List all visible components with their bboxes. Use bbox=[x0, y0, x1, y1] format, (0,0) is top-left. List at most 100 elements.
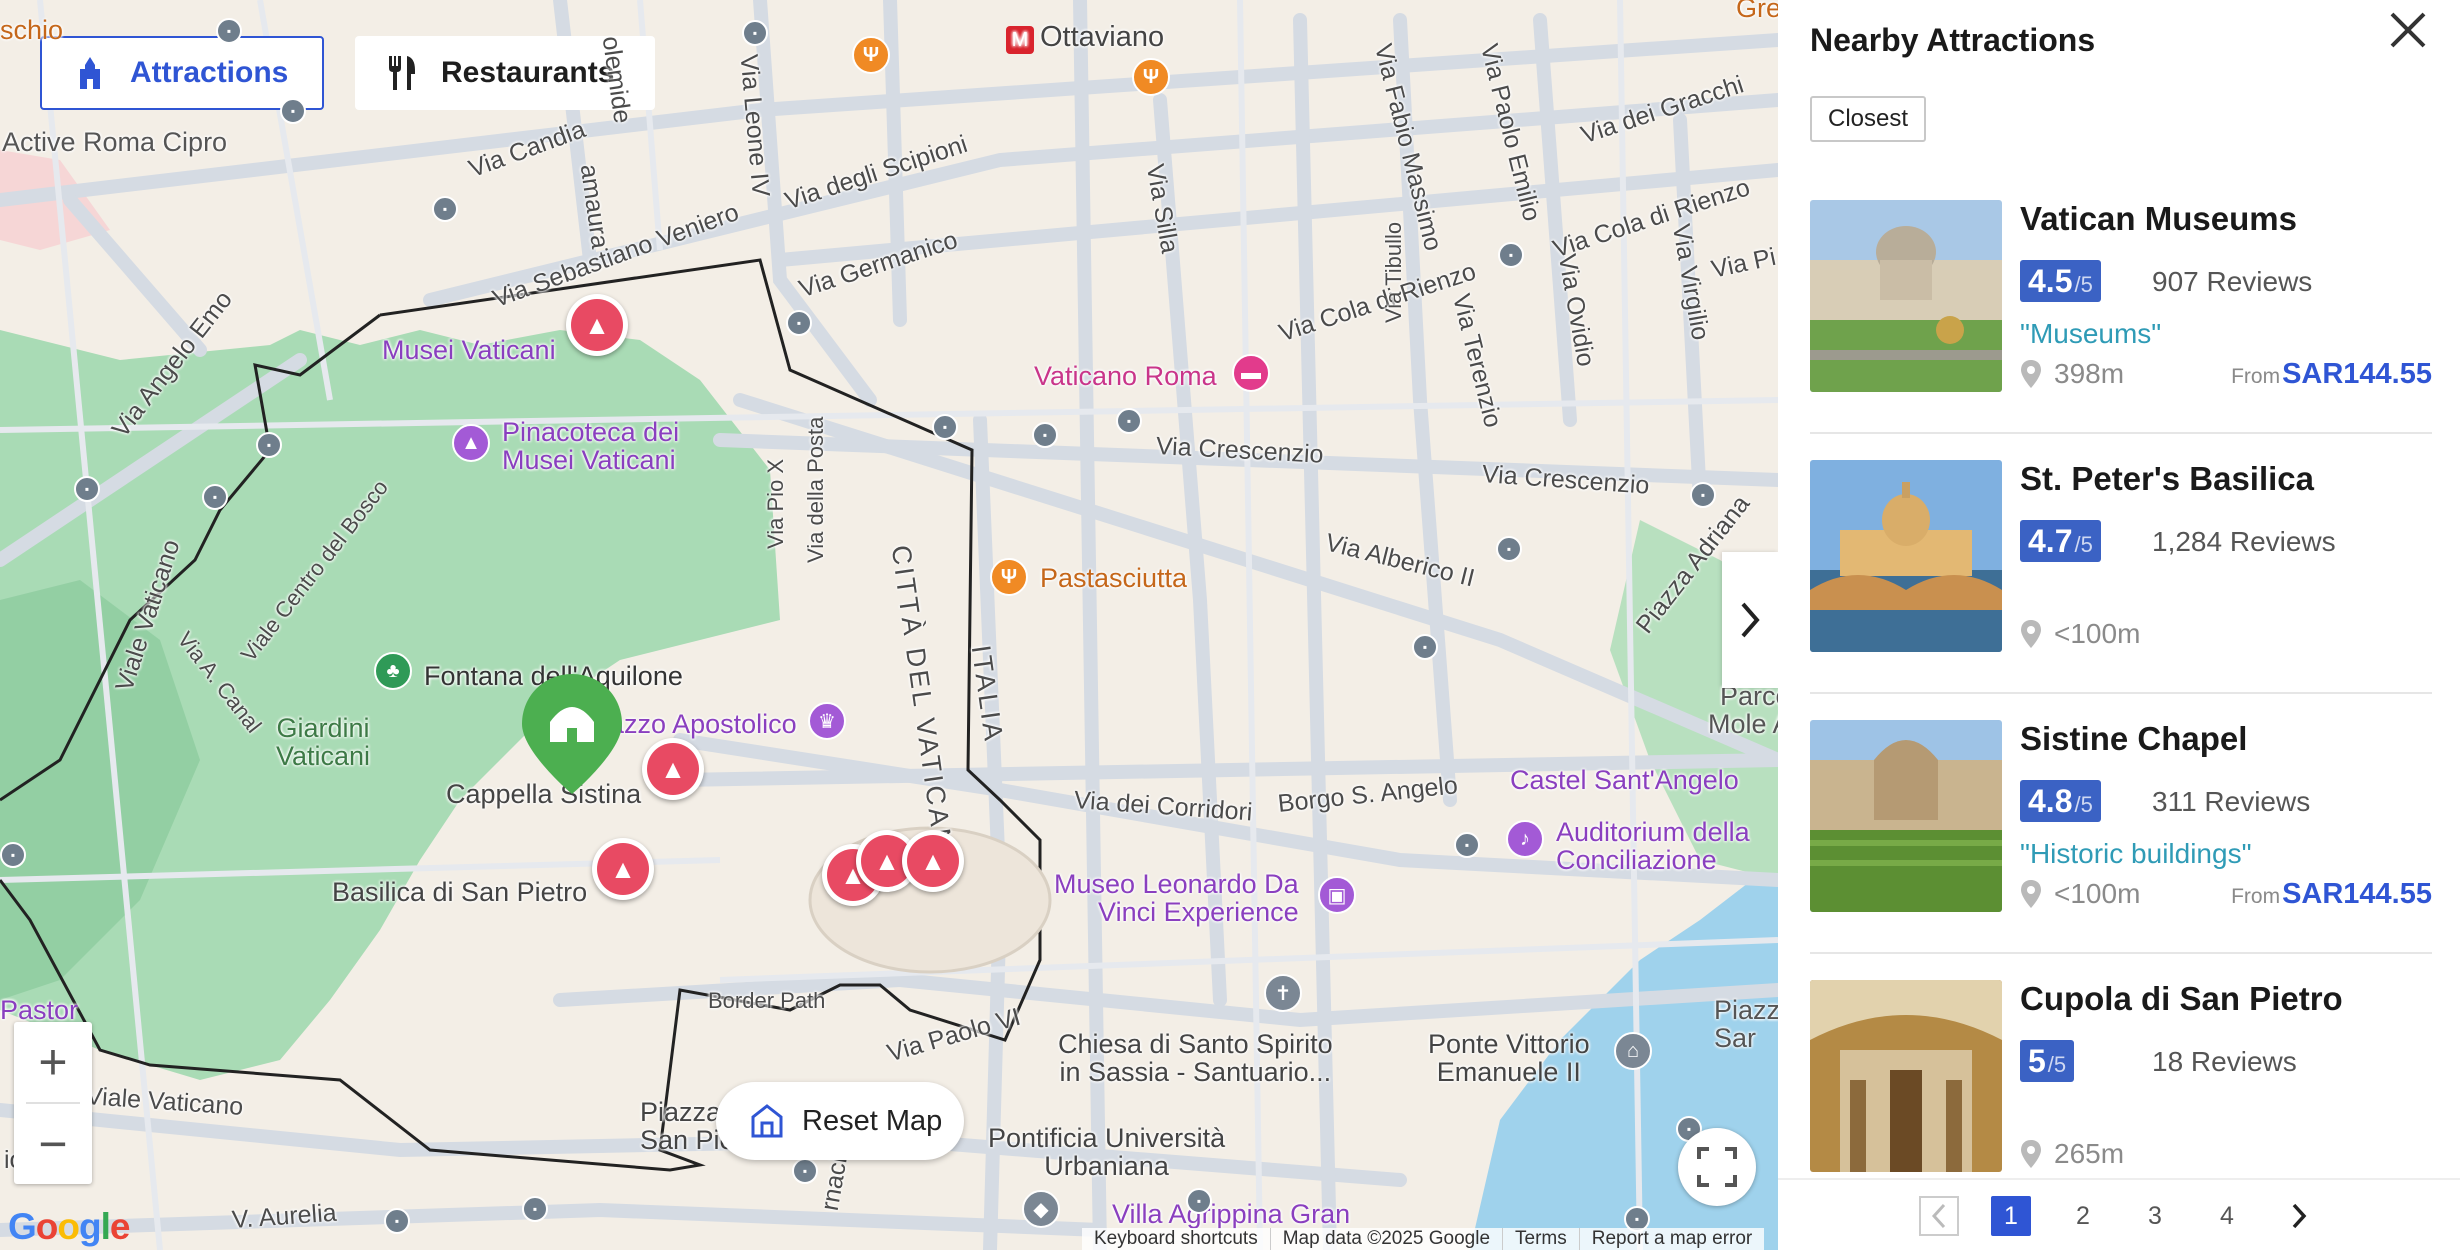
map-label-schio: schio bbox=[0, 15, 64, 45]
map-label-giardini: Giardini Vaticani bbox=[276, 714, 370, 771]
zoom-out-button[interactable]: − bbox=[14, 1104, 92, 1184]
landscape-icon: ▲ bbox=[647, 743, 699, 795]
map-attribution: Keyboard shortcuts Map data ©2025 Google… bbox=[1082, 1228, 1765, 1250]
rating-score: 4.7 bbox=[2028, 523, 2073, 559]
map-label-chiesa: Chiesa di Santo Spirito in Sassia - Santu… bbox=[1058, 1030, 1333, 1087]
map-label-ponte: Ponte Vittorio Emanuele II bbox=[1428, 1030, 1590, 1087]
panel-title: Nearby Attractions bbox=[1810, 22, 2096, 58]
attraction-pin-vatican-museums[interactable]: ▲ bbox=[566, 294, 628, 356]
map-label-castel: Castel Sant'Angelo bbox=[1510, 765, 1739, 795]
fork-knife-icon bbox=[389, 56, 415, 90]
attraction-name: St. Peter's Basilica bbox=[2020, 460, 2315, 497]
park-poi-icon[interactable]: ♣ bbox=[374, 652, 412, 690]
expand-icon bbox=[1697, 1147, 1737, 1187]
metro-icon: M bbox=[1006, 26, 1034, 54]
bus-stop-icon: ▪ bbox=[932, 414, 958, 440]
palace-poi-icon[interactable]: ♛ bbox=[808, 702, 846, 740]
plus-icon: + bbox=[38, 1034, 68, 1090]
nearby-attractions-panel: Nearby Attractions Closest Vatican Museu… bbox=[1778, 0, 2460, 1252]
map-label-pastasciutta: Pastasciutta bbox=[1040, 563, 1188, 593]
attraction-card-sistine-chapel[interactable]: Sistine Chapel 4.8/5 311 Reviews "Histor… bbox=[1810, 694, 2432, 954]
category-tag: "Museums" bbox=[2020, 318, 2162, 349]
bus-stop-icon: ▪ bbox=[1186, 1188, 1212, 1214]
vatican-museums-thumbnail bbox=[1810, 200, 2002, 392]
attraction-pin-cluster-3[interactable]: ▲ bbox=[902, 830, 964, 892]
sort-closest-chip[interactable]: Closest bbox=[1810, 96, 1927, 142]
music-poi-icon[interactable]: ♪ bbox=[1506, 820, 1544, 858]
attraction-card-st-peters-basilica[interactable]: St. Peter's Basilica 4.7/5 1,284 Reviews… bbox=[1810, 434, 2432, 694]
school-poi-icon[interactable]: ◆ bbox=[1022, 1190, 1060, 1228]
reset-map-label: Reset Map bbox=[802, 1104, 943, 1137]
category-tag: "Historic buildings" bbox=[2020, 838, 2252, 869]
map-label-pastor: Pastor bbox=[0, 995, 79, 1025]
attraction-pin-sistine-chapel[interactable]: ▲ bbox=[642, 738, 704, 800]
auditorium-line-1: Auditorium della bbox=[1556, 817, 1750, 847]
rating-score: 4.5 bbox=[2028, 263, 2073, 299]
museum-poi-icon[interactable]: ▲ bbox=[452, 424, 490, 462]
collapse-panel-button[interactable] bbox=[1722, 552, 1778, 688]
bus-stop-icon: ▪ bbox=[216, 18, 242, 44]
restaurant-poi-icon[interactable]: Ψ bbox=[852, 36, 890, 74]
close-icon[interactable] bbox=[2384, 6, 2432, 54]
attraction-card-vatican-museums[interactable]: Vatican Museums 4.5/5 907 Reviews "Museu… bbox=[1810, 174, 2432, 434]
price: FromSAR144.55 bbox=[2231, 878, 2432, 911]
bus-stop-icon: ▪ bbox=[202, 484, 228, 510]
minus-icon: − bbox=[38, 1116, 68, 1172]
page-3-button[interactable]: 3 bbox=[2135, 1196, 2175, 1236]
rating-badge: 4.5/5 bbox=[2020, 260, 2101, 302]
location-pin-icon bbox=[2021, 1140, 2041, 1168]
map-label-villa: Villa Agrippina Gran bbox=[1112, 1199, 1351, 1229]
report-error-link[interactable]: Report a map error bbox=[1578, 1228, 1765, 1250]
pontificia-line-2: Urbaniana bbox=[1044, 1151, 1169, 1182]
hotel-poi-icon[interactable]: ▬ bbox=[1232, 354, 1270, 392]
bus-stop-icon: ▪ bbox=[432, 196, 458, 222]
tab-attractions[interactable]: Attractions bbox=[40, 36, 324, 110]
auditorium-line-2: Conciliazione bbox=[1556, 845, 1717, 876]
keyboard-shortcuts-link[interactable]: Keyboard shortcuts bbox=[1082, 1228, 1270, 1250]
attraction-pin-st-peters[interactable]: ▲ bbox=[592, 838, 654, 900]
map-view[interactable]: Attractions Restaurants M Ottaviano Activ… bbox=[0, 0, 1778, 1250]
distance: <100m bbox=[2020, 618, 2140, 650]
page-2-button[interactable]: 2 bbox=[2063, 1196, 2103, 1236]
chiesa-line-1: Chiesa di Santo Spirito bbox=[1058, 1029, 1333, 1059]
giardini-line-2: Vaticani bbox=[276, 741, 371, 772]
selected-location-icon[interactable] bbox=[520, 672, 624, 796]
map-label-pontificia: Pontificia Università Urbaniana bbox=[988, 1124, 1225, 1181]
restaurant-poi-icon[interactable]: Ψ bbox=[1132, 58, 1170, 96]
street-via-pio: Via Pio X bbox=[763, 458, 788, 549]
distance: 265m bbox=[2020, 1138, 2124, 1170]
reset-map-button[interactable]: Reset Map bbox=[716, 1082, 964, 1160]
bus-stop-icon: ▪ bbox=[384, 1208, 410, 1234]
next-page-button[interactable] bbox=[2279, 1196, 2319, 1236]
museum-poi-icon[interactable]: ▣ bbox=[1318, 876, 1356, 914]
bus-stop-icon: ▪ bbox=[522, 1196, 548, 1222]
rating-max: /5 bbox=[2074, 272, 2093, 297]
street-via-tibullo: Via Tibullo bbox=[1381, 221, 1406, 323]
giardini-line-1: Giardini bbox=[276, 713, 370, 743]
street-border-path: Border Path bbox=[708, 988, 826, 1013]
museum-poi-icon[interactable]: ⌂ bbox=[1614, 1032, 1652, 1070]
bus-stop-icon: ▪ bbox=[1690, 482, 1716, 508]
rating-score: 4.8 bbox=[2028, 783, 2073, 819]
page-4-button[interactable]: 4 bbox=[2207, 1196, 2247, 1236]
distance-value: <100m bbox=[2054, 878, 2141, 909]
prev-page-button[interactable] bbox=[1919, 1196, 1959, 1236]
distance: <100m bbox=[2020, 878, 2140, 910]
price-from-label: From bbox=[2231, 365, 2281, 388]
bus-stop-icon: ▪ bbox=[0, 842, 26, 868]
bus-stop-icon: ▪ bbox=[742, 20, 768, 46]
fullscreen-button[interactable] bbox=[1678, 1128, 1756, 1206]
landscape-icon: ▲ bbox=[907, 835, 959, 887]
page-1-button[interactable]: 1 bbox=[1991, 1196, 2031, 1236]
rating-max: /5 bbox=[2074, 792, 2093, 817]
map-label-piazza-right: Piazz Sar bbox=[1714, 996, 1778, 1053]
rating-badge: 4.8/5 bbox=[2020, 780, 2101, 822]
zoom-in-button[interactable]: + bbox=[14, 1022, 92, 1102]
bus-stop-icon: ▪ bbox=[786, 310, 812, 336]
attraction-card-cupola-di-san-pietro[interactable]: Cupola di San Pietro 5/5 18 Reviews 265m bbox=[1810, 954, 2432, 1214]
pagination: 1 2 3 4 bbox=[1778, 1178, 2460, 1252]
restaurant-poi-icon[interactable]: Ψ bbox=[990, 558, 1028, 596]
attraction-name: Vatican Museums bbox=[2020, 200, 2297, 237]
church-poi-icon[interactable]: ✝ bbox=[1264, 974, 1302, 1012]
terms-link[interactable]: Terms bbox=[1502, 1228, 1579, 1250]
